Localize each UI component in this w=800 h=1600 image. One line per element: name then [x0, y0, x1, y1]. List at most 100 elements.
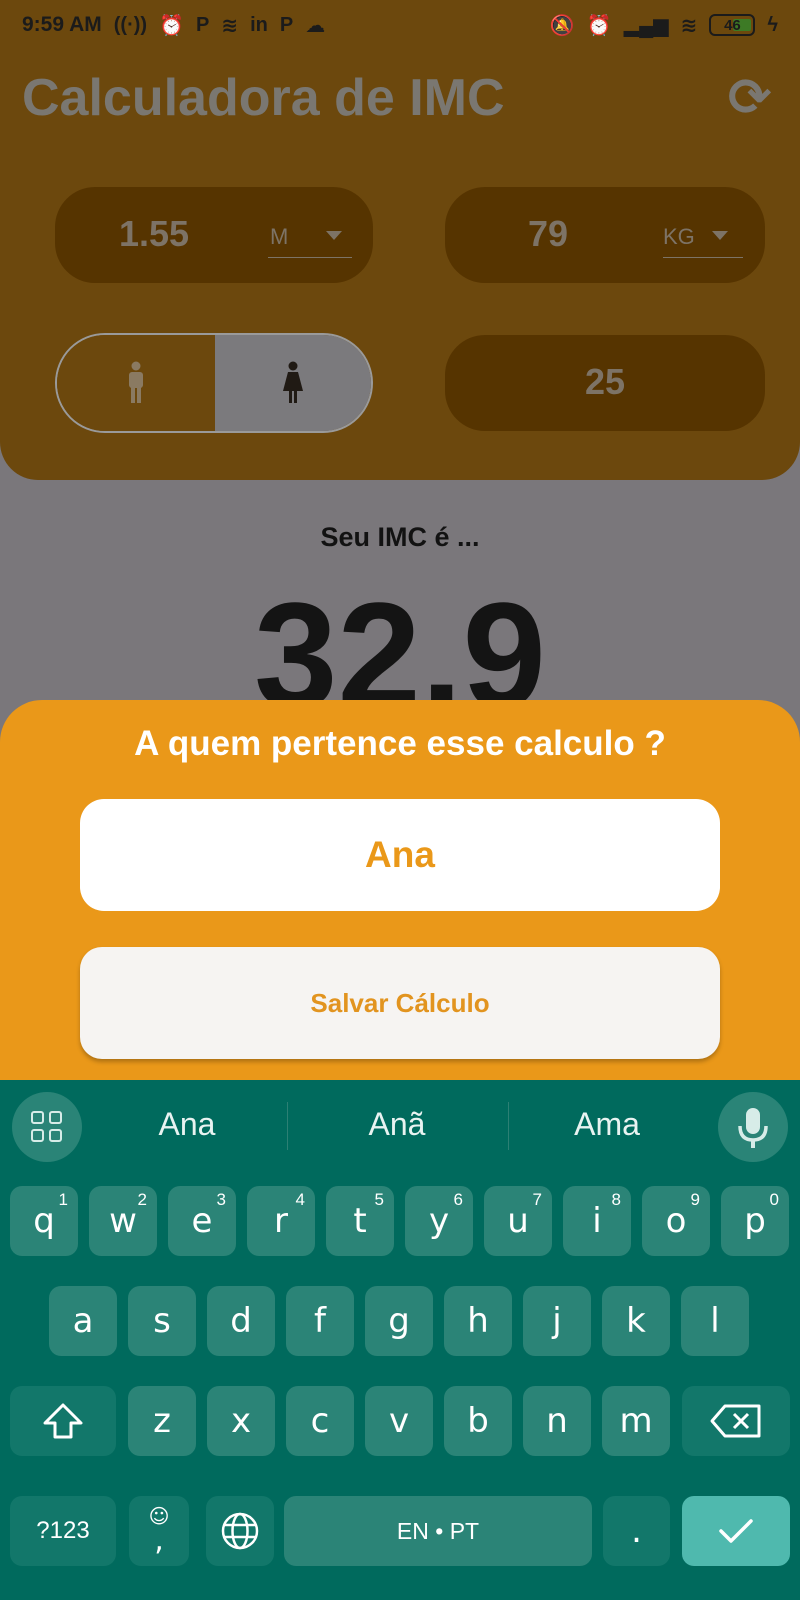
mic-button[interactable] — [718, 1092, 788, 1162]
alarm-icon: ⏰ — [159, 14, 184, 37]
comma-label: , — [154, 1523, 164, 1558]
key-g[interactable]: g — [365, 1286, 433, 1356]
key-label: r — [274, 1201, 288, 1241]
height-field[interactable]: 1.55 M — [55, 187, 373, 283]
key-hint-number: 6 — [453, 1190, 463, 1209]
age-field[interactable]: 25 — [445, 335, 765, 431]
key-label: i — [592, 1201, 602, 1241]
gender-female-option[interactable] — [215, 335, 371, 431]
key-a[interactable]: a — [49, 1286, 117, 1356]
key-label: e — [191, 1201, 213, 1241]
key-u[interactable]: u7 — [484, 1186, 552, 1256]
key-label: u — [507, 1201, 529, 1241]
result-label: Seu IMC é ... — [320, 522, 480, 552]
weight-value: 79 — [528, 213, 569, 254]
key-c[interactable]: c — [286, 1386, 354, 1456]
battery-icon: 46 — [709, 14, 756, 36]
period-key[interactable]: . — [603, 1496, 670, 1566]
save-sheet: A quem pertence esse calculo ? Salvar Cá… — [0, 700, 800, 1080]
key-hint-number: 7 — [532, 1190, 542, 1209]
sheet-title: A quem pertence esse calculo ? — [134, 724, 666, 763]
status-time: 9:59 AM — [22, 13, 102, 36]
key-o[interactable]: o9 — [642, 1186, 710, 1256]
gender-male-option[interactable] — [57, 335, 215, 431]
key-l[interactable]: l — [681, 1286, 749, 1356]
save-button[interactable]: Salvar Cálculo — [80, 947, 720, 1059]
height-unit[interactable]: M — [270, 224, 288, 250]
key-label: q — [33, 1201, 55, 1241]
female-icon — [283, 361, 303, 403]
key-hint-number: 8 — [611, 1190, 621, 1209]
key-v[interactable]: v — [365, 1386, 433, 1456]
suggestion-1[interactable]: Ana — [87, 1106, 287, 1143]
checkmark-icon — [719, 1519, 753, 1543]
key-f[interactable]: f — [286, 1286, 354, 1356]
shift-key[interactable] — [10, 1386, 116, 1456]
refresh-icon[interactable]: ⟳ — [728, 72, 772, 124]
shift-icon — [43, 1403, 83, 1439]
height-unit-underline — [268, 257, 352, 258]
key-label: p — [744, 1201, 766, 1241]
key-label: t — [353, 1201, 367, 1241]
spotify-icon: ≋ — [221, 14, 239, 37]
space-key[interactable]: EN • PT — [284, 1496, 592, 1566]
p-app-icon: P — [279, 13, 294, 36]
key-y[interactable]: y6 — [405, 1186, 473, 1256]
key-z[interactable]: z — [128, 1386, 196, 1456]
globe-key[interactable] — [206, 1496, 274, 1566]
wifi-icon: ≋ — [680, 14, 698, 37]
suggestion-divider — [287, 1102, 288, 1150]
suggestion-bar: Ana Anã Ama — [0, 1080, 800, 1172]
key-hint-number: 2 — [137, 1190, 147, 1209]
key-j[interactable]: j — [523, 1286, 591, 1356]
key-hint-number: 9 — [690, 1190, 700, 1209]
key-t[interactable]: t5 — [326, 1186, 394, 1256]
key-h[interactable]: h — [444, 1286, 512, 1356]
radio-icon: ((·)) — [113, 13, 148, 36]
name-input[interactable] — [80, 799, 720, 911]
key-p[interactable]: p0 — [721, 1186, 789, 1256]
signal-icon: ▂▄▆ — [623, 14, 669, 37]
key-b[interactable]: b — [444, 1386, 512, 1456]
age-value: 25 — [584, 361, 626, 402]
key-d[interactable]: d — [207, 1286, 275, 1356]
key-s[interactable]: s — [128, 1286, 196, 1356]
weight-field[interactable]: 79 KG — [445, 187, 765, 283]
backspace-key[interactable] — [682, 1386, 790, 1456]
result-value: 32.9 — [254, 580, 546, 702]
key-r[interactable]: r4 — [247, 1186, 315, 1256]
emoji-comma-key[interactable]: ☺ , — [129, 1496, 189, 1566]
key-x[interactable]: x — [207, 1386, 275, 1456]
key-hint-number: 0 — [769, 1190, 779, 1209]
weight-unit[interactable]: KG — [663, 224, 695, 250]
key-q[interactable]: q1 — [10, 1186, 78, 1256]
male-icon — [129, 361, 143, 403]
page-title: Calculadora de IMC — [22, 69, 505, 127]
weight-unit-underline — [663, 257, 743, 258]
microphone-icon — [738, 1108, 768, 1148]
key-hint-number: 4 — [295, 1190, 305, 1209]
chevron-down-icon[interactable] — [326, 231, 342, 240]
grid-icon[interactable] — [12, 1092, 82, 1162]
key-label: y — [428, 1201, 450, 1241]
mute-icon: 🔕 — [549, 14, 575, 37]
key-e[interactable]: e3 — [168, 1186, 236, 1256]
key-i[interactable]: i8 — [563, 1186, 631, 1256]
gender-toggle[interactable] — [55, 333, 373, 433]
key-hint-number: 5 — [374, 1190, 384, 1209]
symbols-key[interactable]: ?123 — [10, 1496, 116, 1566]
alarm-icon: ⏰ — [586, 14, 612, 37]
status-bar: 9:59 AM ((·)) ⏰ P ≋ in P ☁ 🔕 ⏰ ▂▄▆ ≋ 46 … — [0, 0, 800, 50]
key-hint-number: 3 — [216, 1190, 226, 1209]
cloud-icon: ☁ — [305, 14, 326, 37]
key-hint-number: 1 — [58, 1190, 68, 1209]
key-n[interactable]: n — [523, 1386, 591, 1456]
height-value: 1.55 — [119, 213, 190, 254]
suggestion-2[interactable]: Anã — [297, 1106, 497, 1143]
key-m[interactable]: m — [602, 1386, 670, 1456]
chevron-down-icon[interactable] — [712, 231, 728, 240]
suggestion-3[interactable]: Ama — [507, 1106, 707, 1143]
enter-key[interactable] — [682, 1496, 790, 1566]
key-w[interactable]: w2 — [89, 1186, 157, 1256]
key-k[interactable]: k — [602, 1286, 670, 1356]
